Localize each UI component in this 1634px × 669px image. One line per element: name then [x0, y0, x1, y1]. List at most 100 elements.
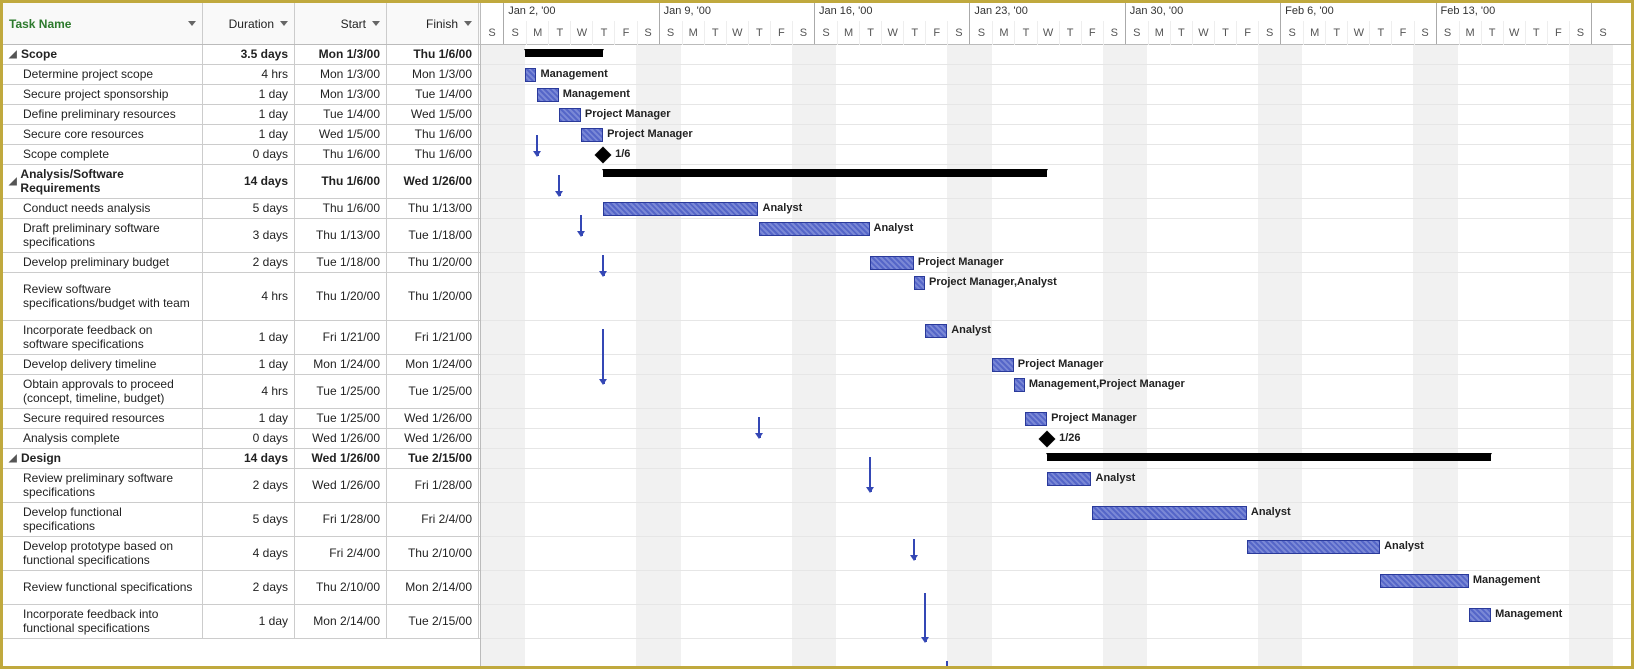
table-row[interactable]: Review preliminary software specificatio… — [3, 469, 480, 503]
duration-cell[interactable]: 4 hrs — [203, 375, 295, 408]
duration-cell[interactable]: 4 days — [203, 537, 295, 570]
duration-cell[interactable]: 1 day — [203, 409, 295, 428]
finish-cell[interactable]: Thu 1/13/00 — [387, 199, 479, 218]
start-cell[interactable]: Mon 1/3/00 — [295, 85, 387, 104]
task-name-cell[interactable]: Incorporate feedback into functional spe… — [3, 605, 203, 638]
table-row[interactable]: Review functional specifications2 daysTh… — [3, 571, 480, 605]
task-name-cell[interactable]: Review software specifications/budget wi… — [3, 273, 203, 320]
finish-cell[interactable]: Tue 2/15/00 — [387, 605, 479, 638]
finish-cell[interactable]: Thu 1/6/00 — [387, 145, 479, 164]
finish-cell[interactable]: Thu 2/10/00 — [387, 537, 479, 570]
task-name-cell[interactable]: Secure project sponsorship — [3, 85, 203, 104]
gantt-row[interactable]: Analyst — [481, 219, 1631, 253]
task-name-cell[interactable]: Analysis complete — [3, 429, 203, 448]
gantt-row[interactable]: Management — [481, 571, 1631, 605]
task-bar[interactable] — [603, 202, 758, 216]
summary-bar[interactable] — [603, 169, 1047, 177]
gantt-row[interactable]: 1/6 — [481, 145, 1631, 165]
table-row[interactable]: Obtain approvals to proceed (concept, ti… — [3, 375, 480, 409]
duration-cell[interactable]: 2 days — [203, 469, 295, 502]
gantt-row[interactable]: Project Manager — [481, 125, 1631, 145]
task-name-cell[interactable]: Develop preliminary budget — [3, 253, 203, 272]
milestone-marker[interactable] — [1039, 431, 1056, 448]
gantt-row[interactable]: Project Manager — [481, 355, 1631, 375]
start-cell[interactable]: Fri 1/28/00 — [295, 503, 387, 536]
table-row[interactable]: ◢Design14 daysWed 1/26/00Tue 2/15/00 — [3, 449, 480, 469]
table-row[interactable]: Analysis complete0 daysWed 1/26/00Wed 1/… — [3, 429, 480, 449]
gantt-row[interactable]: Management,Project Manager — [481, 375, 1631, 409]
table-row[interactable]: Secure required resources1 dayTue 1/25/0… — [3, 409, 480, 429]
duration-cell[interactable]: 1 day — [203, 355, 295, 374]
gantt-row[interactable] — [481, 165, 1631, 199]
task-bar[interactable] — [1014, 378, 1025, 392]
duration-cell[interactable]: 5 days — [203, 503, 295, 536]
gantt-row[interactable]: Project Manager,Analyst — [481, 273, 1631, 321]
task-name-cell[interactable]: Secure required resources — [3, 409, 203, 428]
milestone-marker[interactable] — [595, 147, 612, 164]
finish-cell[interactable]: Tue 1/4/00 — [387, 85, 479, 104]
start-cell[interactable]: Tue 1/4/00 — [295, 105, 387, 124]
table-row[interactable]: Incorporate feedback on software specifi… — [3, 321, 480, 355]
finish-cell[interactable]: Mon 2/14/00 — [387, 571, 479, 604]
start-cell[interactable]: Thu 1/13/00 — [295, 219, 387, 252]
gantt-row[interactable]: Management — [481, 605, 1631, 639]
task-bar[interactable] — [581, 128, 603, 142]
start-cell[interactable]: Wed 1/26/00 — [295, 469, 387, 502]
gantt-row[interactable] — [481, 449, 1631, 469]
task-bar[interactable] — [759, 222, 870, 236]
gantt-row[interactable]: Analyst — [481, 199, 1631, 219]
task-name-cell[interactable]: ◢Scope — [3, 45, 203, 64]
finish-cell[interactable]: Mon 1/24/00 — [387, 355, 479, 374]
start-cell[interactable]: Tue 1/25/00 — [295, 375, 387, 408]
start-cell[interactable]: Wed 1/26/00 — [295, 449, 387, 468]
start-cell[interactable]: Mon 1/3/00 — [295, 45, 387, 64]
col-task-name[interactable]: Task Name — [3, 3, 203, 44]
duration-cell[interactable]: 14 days — [203, 165, 295, 198]
task-name-cell[interactable]: Scope complete — [3, 145, 203, 164]
table-row[interactable]: Develop preliminary budget2 daysTue 1/18… — [3, 253, 480, 273]
table-row[interactable]: Develop functional specifications5 daysF… — [3, 503, 480, 537]
duration-cell[interactable]: 5 days — [203, 199, 295, 218]
task-name-cell[interactable]: Incorporate feedback on software specifi… — [3, 321, 203, 354]
finish-cell[interactable]: Tue 1/25/00 — [387, 375, 479, 408]
task-name-cell[interactable]: Develop functional specifications — [3, 503, 203, 536]
duration-cell[interactable]: 14 days — [203, 449, 295, 468]
col-finish[interactable]: Finish — [387, 3, 479, 44]
gantt-row[interactable]: Analyst — [481, 321, 1631, 355]
table-row[interactable]: Develop prototype based on functional sp… — [3, 537, 480, 571]
table-row[interactable]: Conduct needs analysis5 daysThu 1/6/00Th… — [3, 199, 480, 219]
finish-cell[interactable]: Thu 1/20/00 — [387, 273, 479, 320]
task-name-cell[interactable]: Review preliminary software specificatio… — [3, 469, 203, 502]
duration-cell[interactable]: 3 days — [203, 219, 295, 252]
start-cell[interactable]: Wed 1/5/00 — [295, 125, 387, 144]
task-name-cell[interactable]: ◢Analysis/Software Requirements — [3, 165, 203, 198]
col-start[interactable]: Start — [295, 3, 387, 44]
table-row[interactable]: Secure project sponsorship1 dayMon 1/3/0… — [3, 85, 480, 105]
task-bar[interactable] — [1025, 412, 1047, 426]
gantt-row[interactable]: Analyst — [481, 469, 1631, 503]
finish-cell[interactable]: Wed 1/26/00 — [387, 429, 479, 448]
start-cell[interactable]: Wed 1/26/00 — [295, 429, 387, 448]
table-row[interactable]: Develop delivery timeline1 dayMon 1/24/0… — [3, 355, 480, 375]
start-cell[interactable]: Thu 1/20/00 — [295, 273, 387, 320]
finish-cell[interactable]: Thu 1/6/00 — [387, 125, 479, 144]
finish-cell[interactable]: Mon 1/3/00 — [387, 65, 479, 84]
start-cell[interactable]: Thu 2/10/00 — [295, 571, 387, 604]
task-bar[interactable] — [559, 108, 581, 122]
task-bar[interactable] — [1380, 574, 1469, 588]
duration-cell[interactable]: 4 hrs — [203, 65, 295, 84]
start-cell[interactable]: Mon 2/14/00 — [295, 605, 387, 638]
task-bar[interactable] — [870, 256, 914, 270]
start-cell[interactable]: Tue 1/25/00 — [295, 409, 387, 428]
task-name-cell[interactable]: Draft preliminary software specification… — [3, 219, 203, 252]
gantt-row[interactable]: 1/26 — [481, 429, 1631, 449]
gantt-row[interactable]: Project Manager — [481, 409, 1631, 429]
finish-cell[interactable]: Tue 1/18/00 — [387, 219, 479, 252]
duration-cell[interactable]: 1 day — [203, 105, 295, 124]
duration-cell[interactable]: 1 day — [203, 85, 295, 104]
task-bar[interactable] — [525, 68, 536, 82]
table-row[interactable]: Review software specifications/budget wi… — [3, 273, 480, 321]
task-bar[interactable] — [914, 276, 925, 290]
gantt-row[interactable]: Management — [481, 65, 1631, 85]
table-row[interactable]: Determine project scope4 hrsMon 1/3/00Mo… — [3, 65, 480, 85]
